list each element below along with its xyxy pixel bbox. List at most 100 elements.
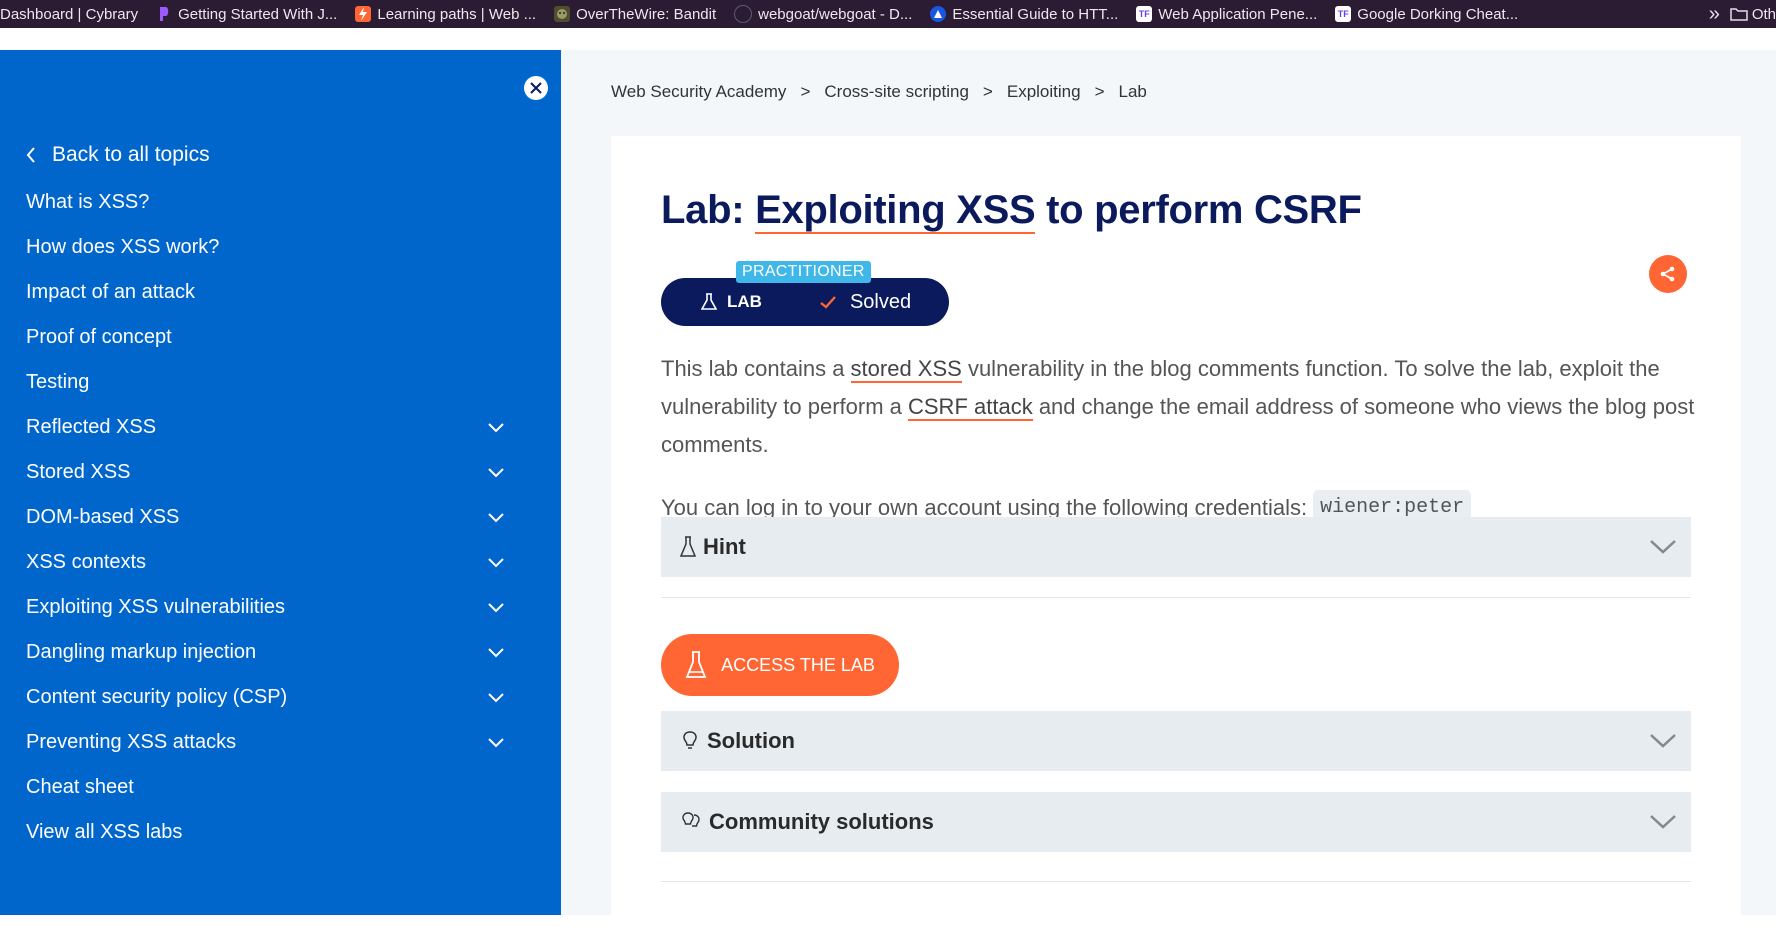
bookmark-overthewire[interactable]: OverTheWire: Bandit (554, 6, 716, 23)
chevron-down-icon[interactable] (486, 463, 506, 483)
sidebar-item-how-xss-works[interactable]: How does XSS work? (26, 225, 506, 270)
bookmark-label: Web Application Pene... (1158, 5, 1318, 23)
other-bookmarks[interactable]: Oth (1730, 6, 1776, 23)
chevron-double-right-icon[interactable]: » (1709, 3, 1720, 26)
breadcrumb-separator: > (800, 82, 811, 101)
other-bookmarks-label: Oth (1751, 5, 1776, 23)
overthewire-icon (554, 6, 571, 22)
bookmark-label: OverTheWire: Bandit (576, 5, 717, 23)
breadcrumb-item-academy[interactable]: Web Security Academy (611, 82, 786, 102)
solution-accordion[interactable]: Solution (661, 711, 1691, 771)
bookmark-google-dorking[interactable]: TF Google Dorking Cheat... (1335, 6, 1518, 23)
lightbulb-icon (683, 731, 697, 749)
sidebar-item-label: Content security policy (CSP) (26, 686, 288, 708)
community-lightbulbs-icon (682, 812, 700, 827)
chevron-down-icon (1649, 539, 1677, 555)
hint-accordion[interactable]: Hint (661, 517, 1691, 577)
breadcrumb-item-xss[interactable]: Cross-site scripting (824, 82, 969, 102)
breadcrumb-item-lab: Lab (1118, 82, 1147, 101)
lab-tag: LAB (701, 292, 762, 312)
bookmark-portswigger[interactable]: Learning paths | Web ... (355, 6, 536, 23)
status-label: Solved (849, 290, 912, 313)
sidebar-item-label: View all XSS labs (26, 821, 183, 843)
back-to-topics-link[interactable]: Back to all topics (26, 143, 210, 167)
sidebar-item-label: Preventing XSS attacks (26, 731, 237, 753)
bookmark-cybrary[interactable]: Dashboard | Cybrary (0, 6, 138, 23)
chevron-down-icon[interactable] (486, 508, 506, 528)
bookmarks-overflow: » Oth (1696, 0, 1776, 28)
hint-label: Hint (703, 534, 746, 559)
bookmark-webgoat[interactable]: webgoat/webgoat - D... (734, 5, 912, 23)
lab-status-pill: LAB Solved (661, 278, 949, 326)
title-prefix: Lab: (661, 188, 756, 232)
sidebar-item-label: Impact of an attack (26, 281, 195, 303)
bookmark-http-guide[interactable]: Essential Guide to HTT... (930, 6, 1118, 23)
solution-heading: Solution (679, 728, 795, 754)
chevron-down-icon[interactable] (486, 688, 506, 708)
sidebar-item-proof-of-concept[interactable]: Proof of concept (26, 315, 506, 360)
close-sidebar-button[interactable] (524, 76, 548, 100)
folder-icon (1730, 8, 1748, 21)
sidebar-item-label: Dangling markup injection (26, 641, 257, 663)
close-icon (530, 82, 542, 94)
sidebar-item-dangling-markup[interactable]: Dangling markup injection (26, 630, 506, 675)
page-top-strip (0, 28, 1776, 50)
share-button[interactable] (1649, 255, 1687, 293)
access-lab-button[interactable]: ACCESS THE LAB (661, 634, 899, 696)
bookmark-label: Getting Started With J... (178, 5, 338, 23)
tf-icon: TF (1335, 6, 1352, 22)
sidebar-item-label: How does XSS work? (26, 236, 220, 258)
sidebar-item-csp[interactable]: Content security policy (CSP) (26, 675, 506, 720)
chevron-down-icon[interactable] (486, 553, 506, 573)
breadcrumb-item-exploiting[interactable]: Exploiting (1007, 82, 1081, 102)
sidebar-item-impact[interactable]: Impact of an attack (26, 270, 506, 315)
pluralsight-icon (156, 6, 172, 22)
sidebar-item-dom-based-xss[interactable]: DOM-based XSS (26, 495, 506, 540)
chevron-down-icon[interactable] (486, 598, 506, 618)
sidebar-item-stored-xss[interactable]: Stored XSS (26, 450, 506, 495)
breadcrumb-separator: > (1094, 82, 1105, 101)
tf-icon: TF (1136, 6, 1153, 22)
bookmark-pluralsight[interactable]: Getting Started With J... (156, 6, 337, 23)
sidebar-item-exploiting-xss[interactable]: Exploiting XSS vulnerabilities (26, 585, 506, 630)
sidebar-item-xss-contexts[interactable]: XSS contexts (26, 540, 506, 585)
flask-icon (685, 651, 707, 678)
bookmark-label: Google Dorking Cheat... (1357, 5, 1519, 23)
check-icon (820, 295, 836, 309)
sidebar-item-reflected-xss[interactable]: Reflected XSS (26, 405, 506, 450)
docker-icon (734, 5, 753, 23)
bookmark-label: webgoat/webgoat - D... (758, 5, 913, 23)
breadcrumb-separator: > (982, 82, 993, 101)
divider (661, 881, 1691, 882)
bookmark-label: Learning paths | Web ... (377, 5, 537, 23)
sidebar-item-what-is-xss[interactable]: What is XSS? (26, 180, 506, 225)
lab-tag-label: LAB (727, 292, 762, 311)
triangle-icon (930, 6, 947, 22)
csrf-attack-link[interactable]: CSRF attack (908, 394, 1033, 421)
flask-icon (679, 536, 697, 557)
bookmark-web-app-pen[interactable]: TF Web Application Pene... (1136, 6, 1317, 23)
sidebar-item-label: Cheat sheet (26, 776, 134, 798)
title-link[interactable]: Exploiting XSS (755, 188, 1036, 234)
community-solutions-accordion[interactable]: Community solutions (661, 792, 1691, 852)
chevron-down-icon[interactable] (486, 418, 506, 438)
sidebar-item-label: What is XSS? (26, 191, 150, 213)
sidebar-item-all-xss-labs[interactable]: View all XSS labs (26, 810, 506, 855)
sidebar: Back to all topics What is XSS? How does… (0, 50, 561, 915)
chevron-down-icon[interactable] (486, 733, 506, 753)
sidebar-item-label: Reflected XSS (26, 416, 157, 438)
chevron-down-icon[interactable] (486, 643, 506, 663)
lab-card: Lab: Exploiting XSS to perform CSRF LAB … (611, 136, 1741, 936)
sidebar-item-testing[interactable]: Testing (26, 360, 506, 405)
page-title: Lab: Exploiting XSS to perform CSRF (661, 188, 1362, 234)
sidebar-item-cheat-sheet[interactable]: Cheat sheet (26, 765, 506, 810)
access-lab-label: ACCESS THE LAB (721, 654, 875, 675)
lab-description: This lab contains a stored XSS vulnerabi… (661, 350, 1701, 464)
title-suffix: to perform CSRF (1035, 188, 1362, 232)
divider (661, 597, 1691, 598)
community-solutions-label: Community solutions (709, 809, 934, 834)
breadcrumb: Web Security Academy > Cross-site script… (611, 82, 1147, 102)
sidebar-item-preventing-xss[interactable]: Preventing XSS attacks (26, 720, 506, 765)
stored-xss-link[interactable]: stored XSS (850, 356, 962, 383)
chevron-down-icon (1649, 733, 1677, 749)
